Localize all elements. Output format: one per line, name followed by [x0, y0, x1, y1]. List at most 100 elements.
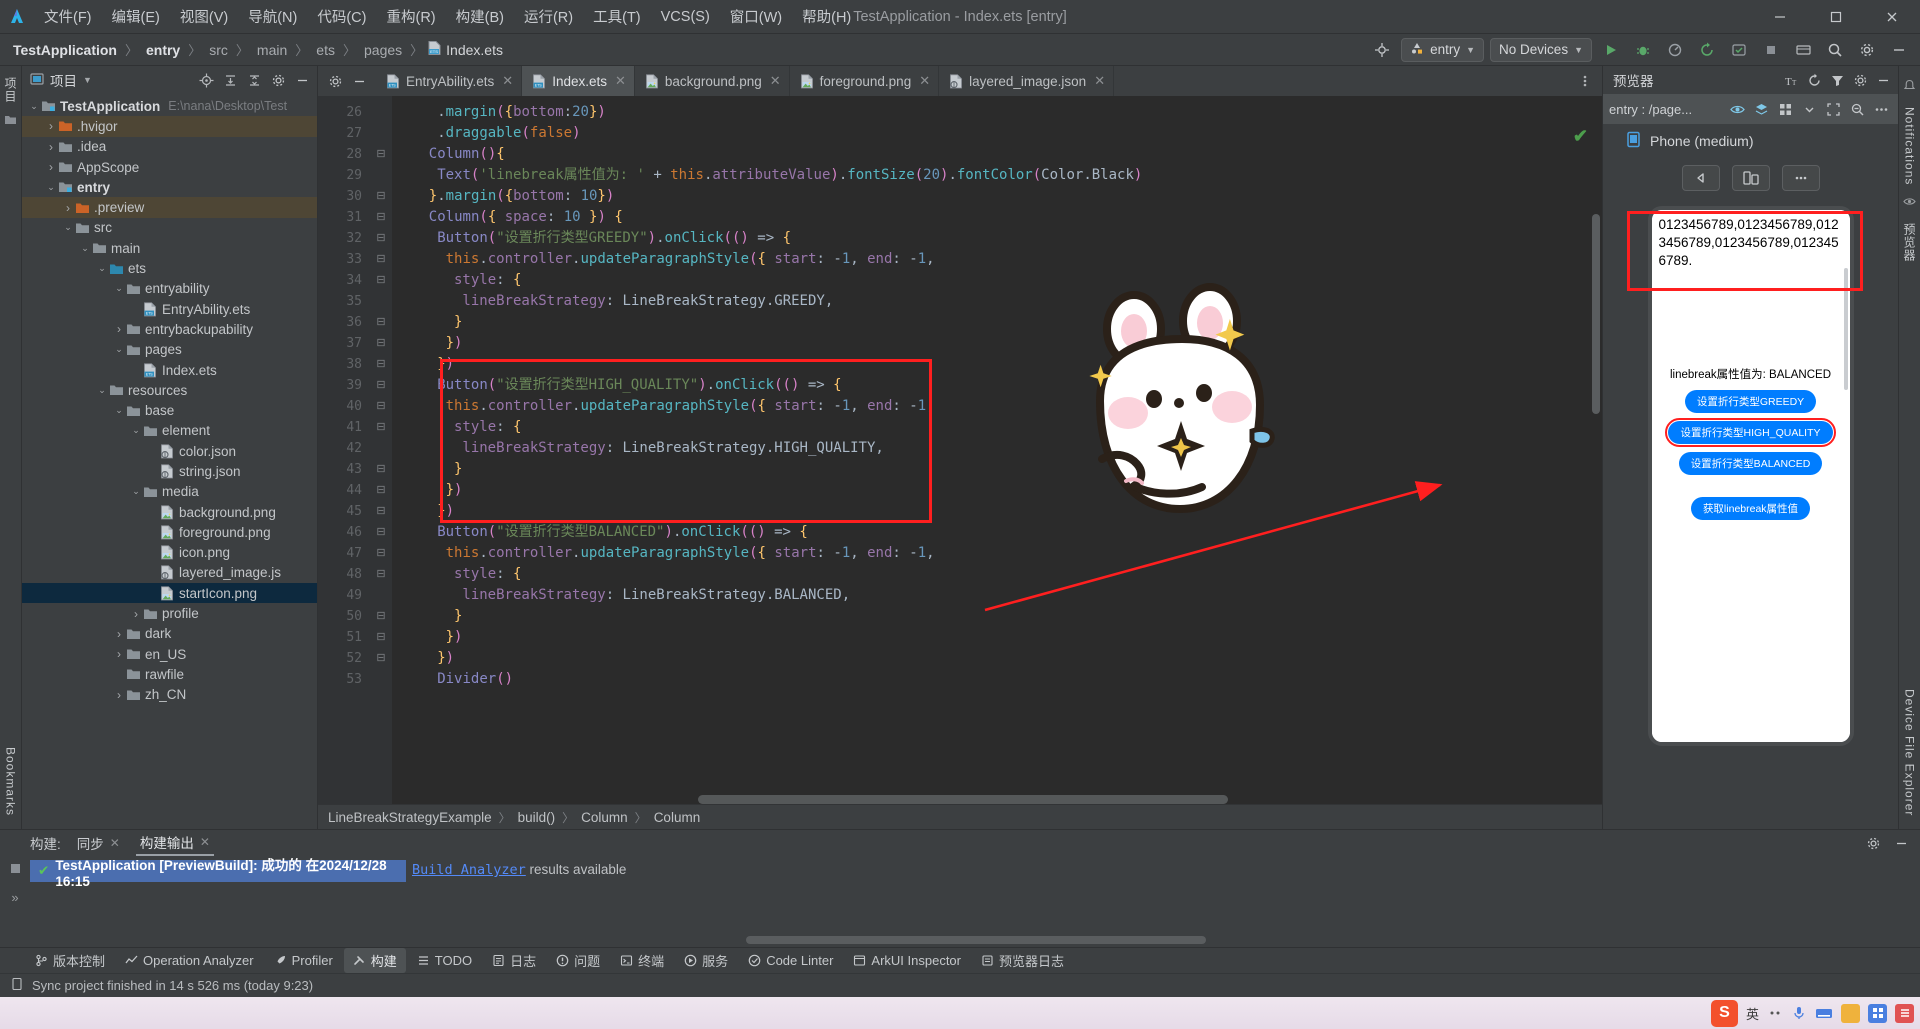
preview-device-row[interactable]: Phone (medium) [1603, 124, 1898, 158]
tree-item-layered-image-js[interactable]: layered_image.js [22, 563, 317, 583]
code-line[interactable]: this.controller.updateParagraphStyle({ s… [392, 396, 1588, 417]
minimize-button[interactable] [1752, 0, 1808, 34]
search-icon[interactable] [1822, 38, 1848, 62]
stop-icon[interactable] [1758, 38, 1784, 62]
breadcrumb-item-pages[interactable]: pages [361, 41, 405, 59]
fullscreen-icon[interactable] [1822, 98, 1844, 120]
tree-item-testapplication[interactable]: ⌄ TestApplication E:\nana\Desktop\Test [22, 96, 317, 116]
editor-fold-column[interactable]: ⊟ ⊟ ⊟ ⊟ ⊟ ⊟ ⊟ ⊟ ⊟ ⊟ ⊟ ⊟ ⊟ ⊟ ⊟ ⊟ ⊟ ⊟ ⊟ ⊟ ⊟ [370, 96, 392, 804]
code-line[interactable]: .draggable(false) [392, 123, 1588, 144]
preview-controls[interactable] [1603, 158, 1898, 198]
tool-window-button-[interactable]: 版本控制 [26, 948, 114, 973]
tool-window-button-arkui-inspector[interactable]: ArkUI Inspector [844, 950, 970, 971]
tree-item-entrybackupability[interactable]: › entrybackupability [22, 319, 317, 339]
menu-icon[interactable] [1895, 1003, 1914, 1023]
breadcrumb-item-project[interactable]: TestApplication [10, 41, 120, 59]
chevron-down-icon[interactable]: ⌄ [96, 263, 108, 274]
rerun-icon[interactable] [1694, 38, 1720, 62]
breadcrumb[interactable]: TestApplication 〉 entry 〉 src 〉 main 〉 e… [10, 40, 503, 59]
tree-item-index-ets[interactable]: ETS Index.ets [22, 360, 317, 380]
right-tool-rail[interactable]: Notifications 预览器 Device File Explorer [1898, 66, 1920, 829]
tool-window-button-[interactable]: 构建 [343, 948, 406, 973]
code-line[interactable]: lineBreakStrategy: LineBreakStrategy.HIG… [392, 438, 1588, 459]
fold-toggle-icon[interactable]: ⊟ [370, 333, 392, 354]
tool-window-button-operation-analyzer[interactable]: Operation Analyzer [116, 950, 263, 971]
code-line[interactable]: Column(){ [392, 144, 1588, 165]
ed-crumb-column2[interactable]: Column [654, 810, 701, 825]
fold-toggle-icon[interactable]: ⊟ [370, 312, 392, 333]
minimize-icon[interactable] [1890, 832, 1912, 854]
code-line[interactable]: this.controller.updateParagraphStyle({ s… [392, 249, 1588, 270]
tree-item-entryability-ets[interactable]: ETS EntryAbility.ets [22, 299, 317, 319]
rail-preview-label[interactable]: 预览器 [1901, 218, 1918, 267]
editor-tabs[interactable]: ETS EntryAbility.ets ✕ ETS Index.ets ✕ backgro… [376, 66, 1115, 96]
fold-toggle-icon[interactable]: ⊟ [370, 543, 392, 564]
taskbar-tray[interactable]: S 英 [1710, 999, 1914, 1027]
left-tool-rail[interactable]: 项目 Bookmarks [0, 66, 22, 829]
ed-crumb-build[interactable]: build() [518, 810, 556, 825]
fold-toggle-icon[interactable]: ⊟ [370, 354, 392, 375]
chevron-right-icon[interactable]: › [45, 119, 57, 133]
profile-icon[interactable] [1662, 38, 1688, 62]
mic-icon[interactable] [1791, 1005, 1807, 1021]
chevron-down-icon[interactable]: ⌄ [45, 182, 57, 193]
tree-item-main[interactable]: ⌄ main [22, 238, 317, 258]
code-line[interactable]: .margin({bottom:20}) [392, 102, 1588, 123]
eye-icon[interactable] [1903, 195, 1916, 213]
tree-item-rawfile[interactable]: rawfile [22, 664, 317, 684]
preview-header-actions[interactable]: TT [1780, 69, 1894, 91]
fold-toggle-icon[interactable]: ⊟ [370, 459, 392, 480]
editor-main[interactable]: 26 27 28 29 30 31 32 33 34 35 36 37 38 39 40 41 42 43 44 45… [318, 96, 1602, 804]
expand-all-icon[interactable] [219, 69, 241, 91]
tree-item-element[interactable]: ⌄ element [22, 421, 317, 441]
tree-item-src[interactable]: ⌄ src [22, 218, 317, 238]
chevron-right-icon[interactable]: › [45, 160, 57, 174]
breadcrumb-item-file[interactable]: ETS Index.ets [428, 41, 503, 58]
close-button[interactable] [1864, 0, 1920, 34]
chevron-down-icon[interactable]: ⌄ [113, 283, 125, 294]
editor-horizontal-scrollbar[interactable] [698, 795, 1228, 804]
tree-item-string-json[interactable]: string.json [22, 461, 317, 481]
tree-item-appscope[interactable]: › AppScope [22, 157, 317, 177]
tree-item-base[interactable]: ⌄ base [22, 400, 317, 420]
code-line[interactable]: Text('linebreak属性值为: ' + this.attributeV… [392, 165, 1588, 186]
menu-vcs[interactable]: VCS(S) [651, 5, 720, 29]
code-line[interactable]: this.controller.updateParagraphStyle({ s… [392, 543, 1588, 564]
menu-code[interactable]: 代码(C) [307, 2, 376, 31]
ed-crumb-class[interactable]: LineBreakStrategyExample [328, 810, 492, 825]
keyboard-icon[interactable] [1815, 1005, 1833, 1021]
code-line[interactable]: }) [392, 480, 1588, 501]
more-horizontal-icon[interactable] [1870, 98, 1892, 120]
tree-item-icon-png[interactable]: icon.png [22, 543, 317, 563]
fold-toggle-icon[interactable]: ⊟ [370, 648, 392, 669]
font-size-icon[interactable]: TT [1780, 69, 1802, 91]
tree-item-entry[interactable]: ⌄ entry [22, 177, 317, 197]
project-panel-title[interactable]: 项目 ▼ [30, 70, 92, 90]
rotate-left-icon[interactable] [1681, 165, 1720, 191]
fold-toggle-icon[interactable]: ⊟ [370, 186, 392, 207]
chevron-right-icon[interactable]: › [113, 627, 125, 641]
chevron-right-icon[interactable]: › [130, 607, 142, 621]
device-manager-icon[interactable] [1790, 38, 1816, 62]
editor-tab-entryability-ets[interactable]: ETS EntryAbility.ets ✕ [376, 66, 523, 96]
preview-selected-file[interactable]: entry : /page... [1609, 102, 1692, 117]
tree-item-profile[interactable]: › profile [22, 603, 317, 623]
stop-icon[interactable] [9, 862, 22, 880]
editor-tab-foreground-png[interactable]: foreground.png ✕ [790, 66, 940, 96]
code-line[interactable]: }) [392, 333, 1588, 354]
tree-item-media[interactable]: ⌄ media [22, 482, 317, 502]
editor-vertical-scrollbar[interactable] [1592, 214, 1600, 414]
code-line[interactable]: } [392, 459, 1588, 480]
gear-icon[interactable] [267, 69, 289, 91]
menu-bar[interactable]: 文件(F) 编辑(E) 视图(V) 导航(N) 代码(C) 重构(R) 构建(B… [34, 2, 861, 31]
build-output-scrollbar[interactable] [746, 936, 1206, 944]
filter-icon[interactable] [1826, 69, 1848, 91]
menu-window[interactable]: 窗口(W) [720, 2, 792, 31]
build-result-row[interactable]: ✔ TestApplication [PreviewBuild]: 成功的 在2… [30, 858, 406, 889]
rotate-device-icon[interactable] [1731, 165, 1770, 191]
gear-icon[interactable] [1849, 69, 1871, 91]
breadcrumb-item-src[interactable]: src [206, 41, 231, 59]
menu-file[interactable]: 文件(F) [34, 2, 102, 31]
close-icon[interactable]: ✕ [502, 73, 513, 89]
tree-item-en-us[interactable]: › en_US [22, 644, 317, 664]
